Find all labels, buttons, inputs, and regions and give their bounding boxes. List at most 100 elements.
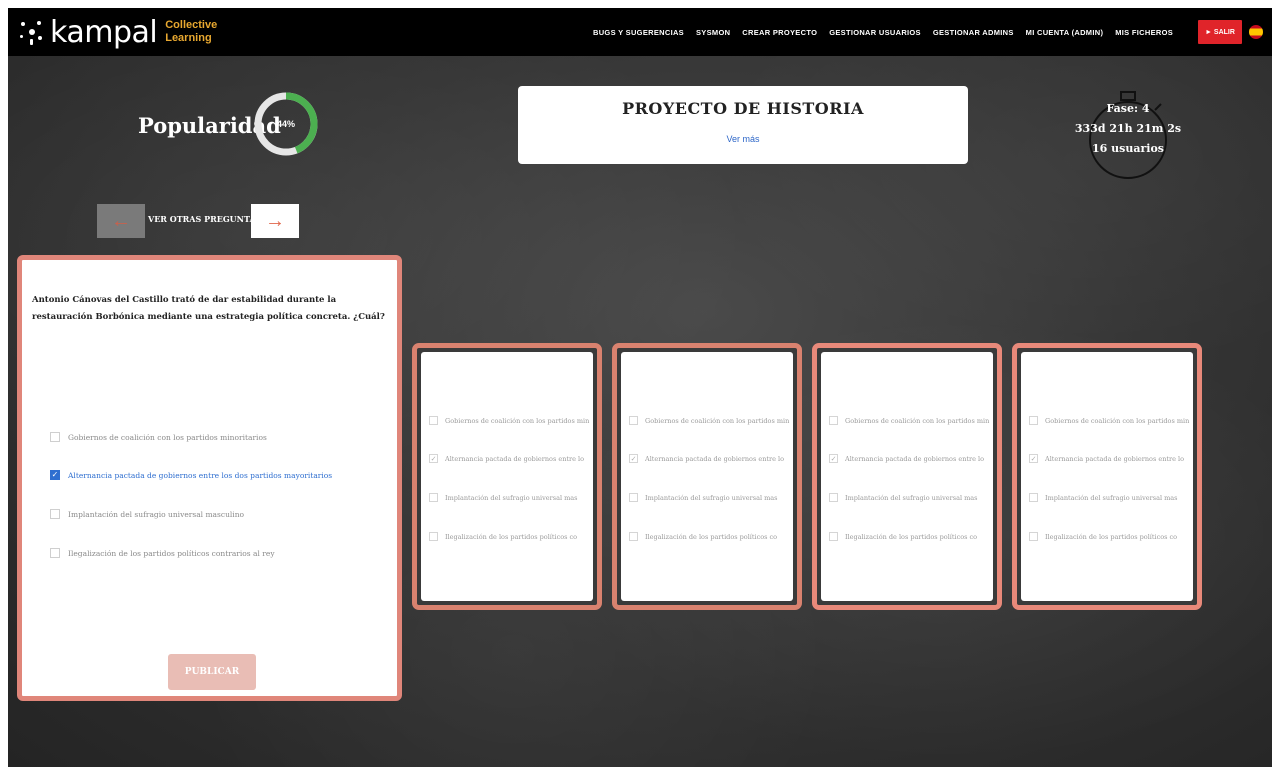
chalkboard-background: kampal Collective Learning BUGS Y SUGERE… — [8, 8, 1272, 767]
answer-card[interactable]: Gobiernos de coalición con los partidos … — [812, 343, 1002, 610]
answer-option-label: Implantación del sufragio universal mas — [645, 493, 778, 502]
answer-option: ✓ Alternancia pactada de gobiernos entre … — [829, 454, 984, 463]
answer-checkbox — [1029, 493, 1038, 502]
publish-button[interactable]: PUBLICAR — [168, 654, 256, 690]
ver-mas-link[interactable]: Ver más — [518, 134, 968, 144]
nav-mis-ficheros[interactable]: MIS FICHEROS — [1115, 28, 1173, 37]
timer-users: 16 usuarios — [1092, 142, 1164, 155]
answer-option-label: Implantación del sufragio universal mas — [1045, 493, 1178, 502]
answer-option-label: Ilegalización de los partidos políticos … — [645, 532, 778, 541]
brand-sub-line1: Collective — [165, 19, 218, 31]
answer-checkbox — [629, 532, 638, 541]
answer-card[interactable]: Gobiernos de coalición con los partidos … — [1012, 343, 1202, 610]
answer-option: Gobiernos de coalición con los partidos … — [829, 416, 989, 425]
answer-checkbox — [1029, 416, 1038, 425]
option-checkbox[interactable] — [50, 548, 60, 558]
kampal-logo[interactable]: kampal Collective Learning — [18, 15, 217, 50]
answer-checkbox — [629, 493, 638, 502]
top-navbar: kampal Collective Learning BUGS Y SUGERE… — [8, 8, 1272, 56]
brand-sub-line2: Learning — [165, 32, 212, 44]
option-label: Alternancia pactada de gobiernos entre l… — [68, 470, 333, 480]
project-title: PROYECTO DE HISTORIA — [622, 99, 864, 118]
answer-option-label: Gobiernos de coalición con los partidos … — [445, 416, 590, 425]
answer-option: ✓ Alternancia pactada de gobiernos entre … — [1029, 454, 1184, 463]
timer-phase: Fase: 4 — [1106, 102, 1150, 115]
nav-gestionar-usuarios[interactable]: GESTIONAR USUARIOS — [829, 28, 921, 37]
nav-sysmon[interactable]: SYSMON — [696, 28, 730, 37]
answer-card-body: Gobiernos de coalición con los partidos … — [1021, 352, 1193, 601]
nav-bugs-sugerencias[interactable]: BUGS Y SUGERENCIAS — [593, 28, 684, 37]
answer-option: Ilegalización de los partidos políticos … — [629, 532, 777, 541]
option-checkbox[interactable] — [50, 470, 60, 480]
answer-checkbox — [429, 532, 438, 541]
option-label: Ilegalización de los partidos políticos … — [68, 548, 275, 558]
project-header-card: PROYECTO DE HISTORIA Ver más — [518, 86, 968, 164]
question-option[interactable]: Ilegalización de los partidos políticos … — [50, 548, 275, 558]
stopwatch-icon — [1089, 91, 1167, 179]
answer-option-label: Alternancia pactada de gobiernos entre l… — [1045, 454, 1185, 463]
logout-button[interactable]: ► SALIR — [1198, 20, 1242, 44]
nav-gestionar-admins[interactable]: GESTIONAR ADMINS — [933, 28, 1014, 37]
answer-option: Gobiernos de coalición con los partidos … — [629, 416, 789, 425]
prev-question-button[interactable]: ← — [97, 204, 145, 238]
answer-card-body: Gobiernos de coalición con los partidos … — [621, 352, 793, 601]
left-arrow-icon: ← — [111, 209, 131, 232]
answer-option: Implantación del sufragio universal mas — [1029, 493, 1178, 502]
answer-option-label: Alternancia pactada de gobiernos entre l… — [445, 454, 585, 463]
answer-checkbox — [829, 416, 838, 425]
answer-option-label: Alternancia pactada de gobiernos entre l… — [645, 454, 785, 463]
answer-option: Gobiernos de coalición con los partidos … — [1029, 416, 1189, 425]
answer-checkbox — [429, 493, 438, 502]
answer-checkbox: ✓ — [829, 454, 838, 463]
answer-option-label: Gobiernos de coalición con los partidos … — [845, 416, 990, 425]
answer-checkbox: ✓ — [1029, 454, 1038, 463]
question-option[interactable]: Alternancia pactada de gobiernos entre l… — [50, 470, 332, 480]
answer-option: ✓ Alternancia pactada de gobiernos entre … — [629, 454, 784, 463]
answer-option-label: Gobiernos de coalición con los partidos … — [645, 416, 790, 425]
answer-option: ✓ Alternancia pactada de gobiernos entre … — [429, 454, 584, 463]
answer-card[interactable]: Gobiernos de coalición con los partidos … — [412, 343, 602, 610]
answer-checkbox — [829, 532, 838, 541]
option-label: Gobiernos de coalición con los partidos … — [68, 432, 267, 442]
answer-option: Implantación del sufragio universal mas — [829, 493, 978, 502]
answer-card[interactable]: Gobiernos de coalición con los partidos … — [612, 343, 802, 610]
answer-option-label: Ilegalización de los partidos políticos … — [1045, 532, 1178, 541]
kampal-logo-icon — [18, 19, 44, 45]
answer-option: Implantación del sufragio universal mas — [429, 493, 578, 502]
timer-countdown: 333d 21h 21m 2s — [1074, 122, 1182, 135]
question-option[interactable]: Gobiernos de coalición con los partidos … — [50, 432, 267, 442]
answer-option: Ilegalización de los partidos políticos … — [829, 532, 977, 541]
answer-option: Gobiernos de coalición con los partidos … — [429, 416, 589, 425]
other-questions-label: VER OTRAS PREGUNTAS — [148, 214, 262, 224]
answer-checkbox — [629, 416, 638, 425]
question-text: Antonio Cánovas del Castillo trató de da… — [32, 295, 385, 322]
option-checkbox[interactable] — [50, 432, 60, 442]
question-option[interactable]: Implantación del sufragio universal masc… — [50, 509, 244, 519]
option-checkbox[interactable] — [50, 509, 60, 519]
brand-name: kampal — [50, 14, 158, 50]
question-card: Antonio Cánovas del Castillo trató de da… — [17, 255, 402, 701]
next-question-button[interactable]: → — [251, 204, 299, 238]
answer-option-label: Implantación del sufragio universal mas — [845, 493, 978, 502]
answer-checkbox — [829, 493, 838, 502]
answer-option-label: Ilegalización de los partidos políticos … — [845, 532, 978, 541]
phase-timer: Fase: 4 333d 21h 21m 2s 16 usuarios — [1073, 80, 1183, 190]
answer-option-label: Gobiernos de coalición con los partidos … — [1045, 416, 1190, 425]
answer-checkbox — [1029, 532, 1038, 541]
answer-option: Ilegalización de los partidos políticos … — [1029, 532, 1177, 541]
answer-card-body: Gobiernos de coalición con los partidos … — [421, 352, 593, 601]
brand-subtitle: Collective Learning — [165, 19, 217, 45]
answer-option: Implantación del sufragio universal mas — [629, 493, 778, 502]
answer-option-label: Ilegalización de los partidos políticos … — [445, 532, 578, 541]
answer-checkbox — [429, 416, 438, 425]
answer-option-label: Implantación del sufragio universal mas — [445, 493, 578, 502]
answer-option: Ilegalización de los partidos políticos … — [429, 532, 577, 541]
option-label: Implantación del sufragio universal masc… — [68, 509, 245, 519]
right-arrow-icon: → — [265, 209, 285, 232]
answer-option-label: Alternancia pactada de gobiernos entre l… — [845, 454, 985, 463]
answer-checkbox: ✓ — [429, 454, 438, 463]
answer-card-body: Gobiernos de coalición con los partidos … — [821, 352, 993, 601]
spain-flag-icon[interactable] — [1249, 25, 1263, 39]
nav-mi-cuenta[interactable]: MI CUENTA (ADMIN) — [1026, 28, 1104, 37]
nav-crear-proyecto[interactable]: CREAR PROYECTO — [742, 28, 817, 37]
